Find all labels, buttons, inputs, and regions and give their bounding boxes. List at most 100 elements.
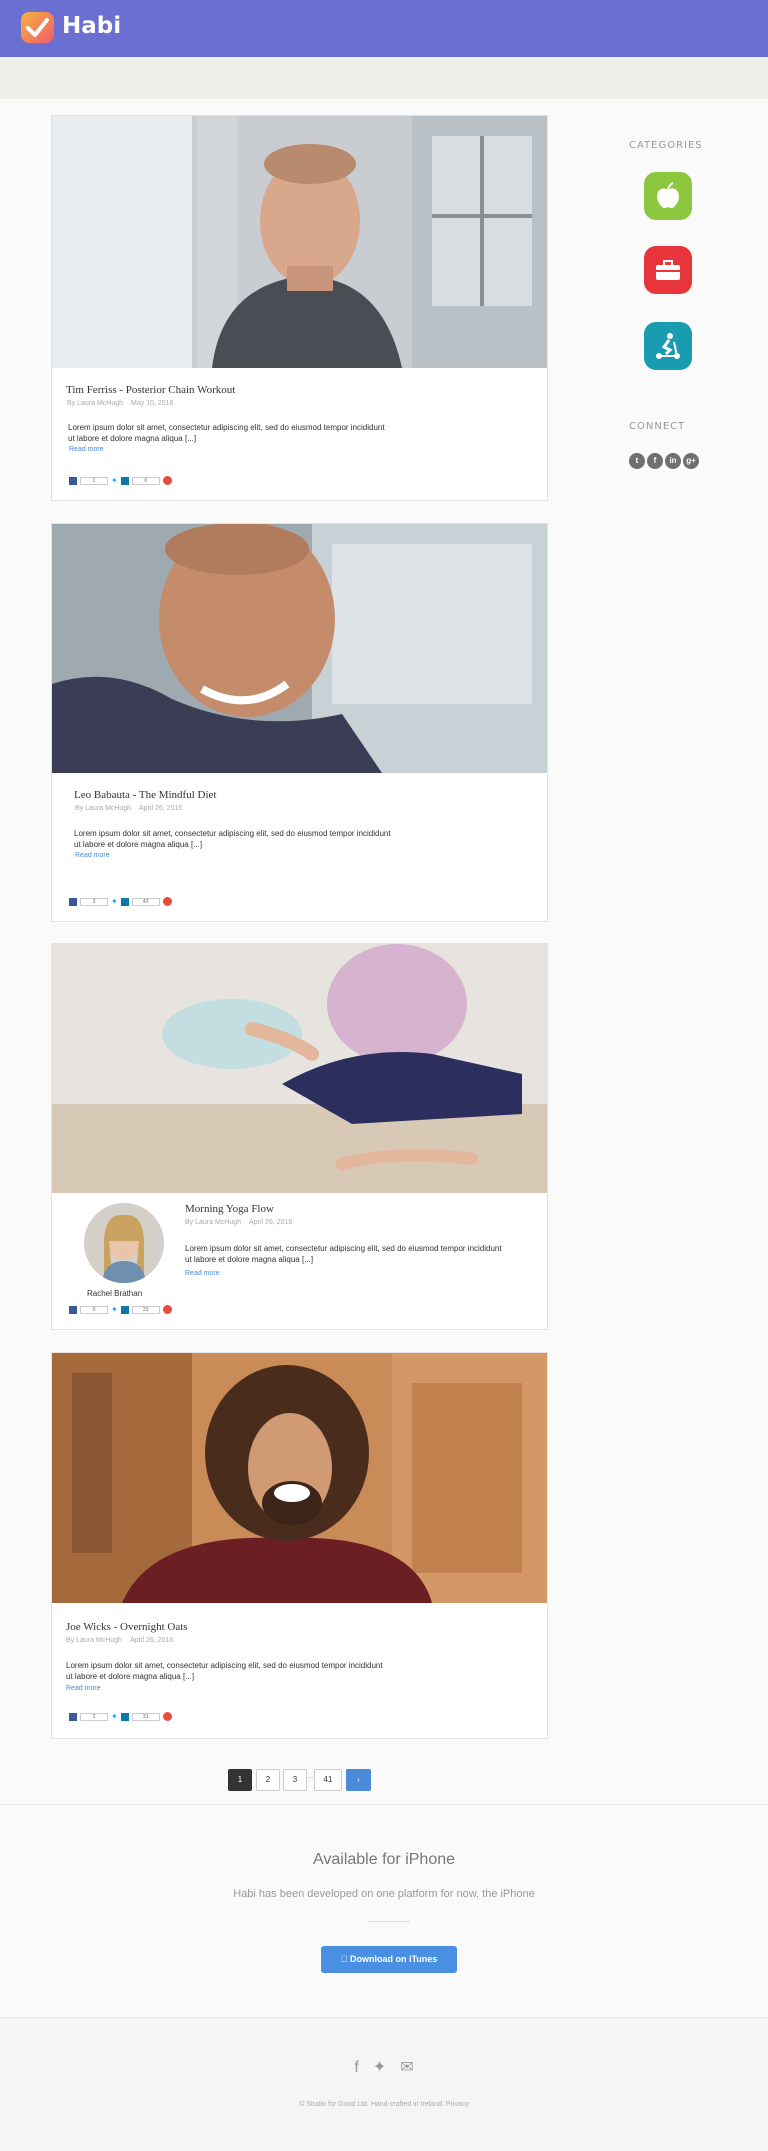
share-bar: 3 ✦ 43 xyxy=(69,897,172,906)
post-card: Joe Wicks - Overnight Oats By Laura McHu… xyxy=(51,1352,548,1739)
share-count: 1 xyxy=(80,476,108,485)
author-name[interactable]: Rachel Brathan xyxy=(87,1289,142,1298)
share-count: 43 xyxy=(131,897,160,906)
footer-social-icons: f ✦ ✉ xyxy=(0,2057,768,2077)
app-name[interactable]: Habi xyxy=(62,13,121,39)
page-2-button[interactable]: 2 xyxy=(256,1769,280,1791)
post-date: April 26, 2016 xyxy=(249,1219,293,1226)
linkedin-share-icon[interactable] xyxy=(120,897,129,906)
share-count: 3 xyxy=(80,897,108,906)
footer xyxy=(0,2017,768,2151)
read-more-link[interactable]: Read more xyxy=(185,1270,220,1277)
briefcase-icon xyxy=(656,260,680,280)
post-card: Leo Babauta - The Mindful Diet By Laura … xyxy=(51,523,548,922)
post-title[interactable]: Morning Yoga Flow xyxy=(185,1203,274,1215)
top-header: Habi xyxy=(0,0,768,57)
twitter-icon[interactable]: ✦ xyxy=(373,2059,386,2076)
section-divider xyxy=(0,1804,768,1805)
post-author[interactable]: By Laura McHugh xyxy=(67,400,123,407)
next-page-button[interactable]: › xyxy=(346,1769,371,1791)
post-image[interactable] xyxy=(52,524,547,773)
linkedin-share-icon[interactable] xyxy=(120,1712,129,1721)
googleplus-icon[interactable]: g+ xyxy=(683,453,699,469)
post-date: April 26, 2016 xyxy=(139,805,183,812)
share-bar: 1 ✦ 0 xyxy=(69,476,172,485)
connect-heading: CONNECT xyxy=(629,421,686,432)
post-excerpt: Lorem ipsum dolor sit amet, consectetur … xyxy=(68,423,385,443)
share-count: 0 xyxy=(131,476,160,485)
twitter-share-icon[interactable]: ✦ xyxy=(111,1305,118,1314)
linkedin-icon[interactable]: in xyxy=(665,453,681,469)
share-count: 2 xyxy=(80,1712,108,1721)
linkedin-share-icon[interactable] xyxy=(120,476,129,485)
categories-heading: CATEGORIES xyxy=(629,140,703,151)
apple-icon xyxy=(657,182,679,208)
post-title[interactable]: Tim Ferriss - Posterior Chain Workout xyxy=(66,384,235,396)
post-date: May 10, 2016 xyxy=(131,400,174,407)
read-more-link[interactable]: Read more xyxy=(66,1685,101,1692)
post-author[interactable]: By Laura McHugh xyxy=(66,1637,122,1644)
author-avatar[interactable] xyxy=(84,1203,164,1283)
category-work-button[interactable] xyxy=(644,246,692,294)
promo-divider xyxy=(368,1921,410,1922)
facebook-share-icon[interactable] xyxy=(69,476,77,485)
pinterest-share-icon[interactable] xyxy=(162,476,172,485)
post-title[interactable]: Leo Babauta - The Mindful Diet xyxy=(74,789,216,801)
facebook-share-icon[interactable] xyxy=(69,897,77,906)
post-title[interactable]: Joe Wicks - Overnight Oats xyxy=(66,1621,188,1633)
share-count: 31 xyxy=(131,1712,160,1721)
post-excerpt: Lorem ipsum dolor sit amet, consectetur … xyxy=(74,829,391,849)
share-count: 23 xyxy=(131,1305,160,1314)
post-meta: By Laura McHugh May 10, 2016 xyxy=(67,400,173,407)
post-meta: By Laura McHugh April 26, 2016 xyxy=(66,1637,173,1644)
post-excerpt: Lorem ipsum dolor sit amet, consectetur … xyxy=(185,1244,502,1264)
footer-divider xyxy=(0,2017,768,2018)
pinterest-share-icon[interactable] xyxy=(162,897,172,906)
post-date: April 26, 2016 xyxy=(130,1637,174,1644)
pagination: 1 2 3 ... 41 › xyxy=(0,1769,768,1791)
post-image[interactable] xyxy=(52,1353,547,1603)
share-count: 0 xyxy=(80,1305,108,1314)
twitter-share-icon[interactable]: ✦ xyxy=(111,897,118,906)
post-image[interactable] xyxy=(52,116,547,368)
post-card: Tim Ferriss - Posterior Chain Workout By… xyxy=(51,115,548,501)
post-card: Rachel Brathan Morning Yoga Flow By Laur… xyxy=(51,943,548,1330)
facebook-share-icon[interactable] xyxy=(69,1712,77,1721)
post-image[interactable] xyxy=(52,944,547,1193)
post-meta: By Laura McHugh April 26, 2016 xyxy=(75,805,182,812)
facebook-icon[interactable]: f xyxy=(354,2059,358,2076)
post-excerpt: Lorem ipsum dolor sit amet, consectetur … xyxy=(66,1661,383,1681)
category-fitness-button[interactable] xyxy=(644,322,692,370)
mail-icon[interactable]: ✉ xyxy=(400,2059,413,2076)
read-more-link[interactable]: Read more xyxy=(75,852,110,859)
twitter-share-icon[interactable]: ✦ xyxy=(111,1712,118,1721)
promo-subtitle: Habi has been developed on one platform … xyxy=(233,1888,535,1900)
sub-header-bar xyxy=(0,57,768,99)
post-author[interactable]: By Laura McHugh xyxy=(185,1219,241,1226)
download-itunes-button[interactable]:  Download on iTunes xyxy=(321,1946,457,1973)
twitter-icon[interactable]: t xyxy=(629,453,645,469)
twitter-share-icon[interactable]: ✦ xyxy=(111,476,118,485)
habi-logo-icon[interactable] xyxy=(21,12,54,43)
scooter-icon xyxy=(656,333,680,359)
facebook-icon[interactable]: f xyxy=(647,453,663,469)
social-links: t f in g+ xyxy=(629,450,701,469)
post-meta: By Laura McHugh April 26, 2016 xyxy=(185,1219,292,1226)
page-3-button[interactable]: 3 xyxy=(283,1769,307,1791)
share-bar: 0 ✦ 23 xyxy=(69,1305,172,1314)
download-button-label: Download on iTunes xyxy=(345,1954,437,1964)
page-41-button[interactable]: 41 xyxy=(314,1769,342,1791)
page-1-button[interactable]: 1 xyxy=(228,1769,252,1791)
pinterest-share-icon[interactable] xyxy=(162,1305,172,1314)
share-bar: 2 ✦ 31 xyxy=(69,1712,172,1721)
promo-title: Available for iPhone xyxy=(312,1851,456,1868)
category-health-button[interactable] xyxy=(644,172,692,220)
pagination-ellipsis: ... xyxy=(308,1773,314,1780)
copyright-text: © Studio for Good Ltd. Hand-crafted in I… xyxy=(299,2101,469,2108)
post-author[interactable]: By Laura McHugh xyxy=(75,805,131,812)
apple-icon:  xyxy=(341,1954,348,1964)
pinterest-share-icon[interactable] xyxy=(162,1712,172,1721)
facebook-share-icon[interactable] xyxy=(69,1305,77,1314)
linkedin-share-icon[interactable] xyxy=(120,1305,129,1314)
read-more-link[interactable]: Read more xyxy=(69,446,104,453)
